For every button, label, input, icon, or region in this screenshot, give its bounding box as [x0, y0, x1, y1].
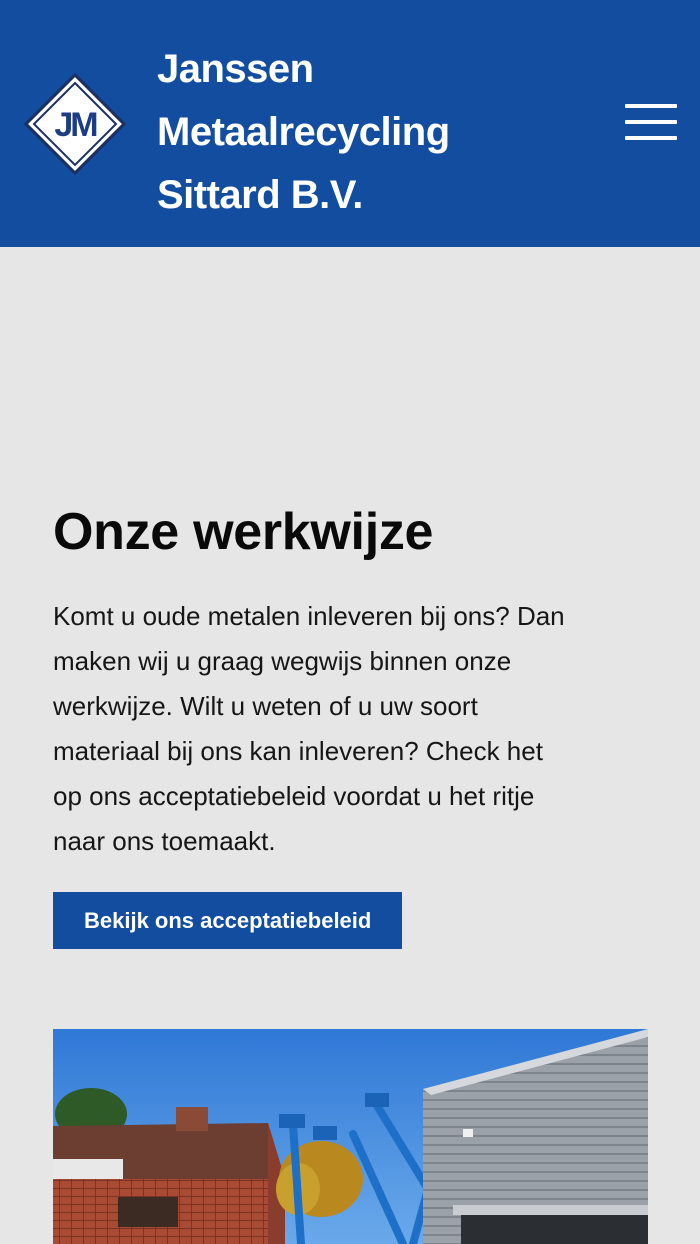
- section-intro-text: Komt u oude metalen inleveren bij ons? D…: [53, 601, 565, 856]
- site-brand-name[interactable]: Janssen Metaalrecycling Sittard B.V.: [157, 38, 537, 227]
- hamburger-menu-icon: [625, 104, 677, 108]
- company-yard-photo: [53, 1029, 648, 1244]
- brand-line: Janssen: [157, 47, 314, 91]
- site-header: JM Janssen Metaalrecycling Sittard B.V.: [0, 0, 700, 247]
- hamburger-menu-button[interactable]: [622, 104, 678, 144]
- acceptance-policy-button[interactable]: Bekijk ons acceptatiebeleid: [53, 892, 403, 949]
- brand-line: Metaalrecycling: [157, 110, 450, 154]
- logo-letters: JM: [54, 106, 97, 144]
- brand-line: Sittard B.V.: [157, 173, 363, 217]
- company-logo[interactable]: JM: [23, 72, 127, 176]
- werkwijze-section: Onze werkwijze Komt u oude metalen inlev…: [53, 500, 653, 949]
- section-title: Onze werkwijze: [53, 503, 434, 561]
